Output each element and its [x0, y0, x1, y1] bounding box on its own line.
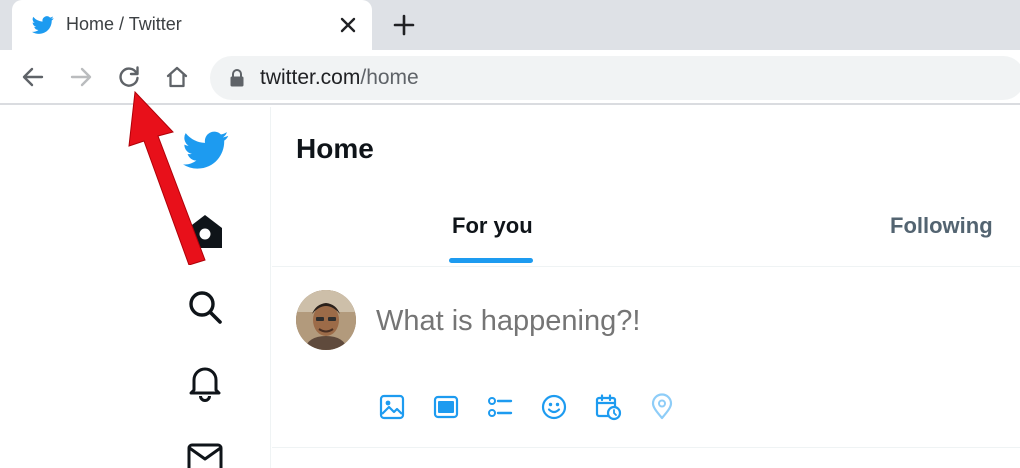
poll-icon[interactable] [486, 393, 514, 421]
page-title: Home [296, 133, 374, 164]
gif-icon[interactable] [432, 393, 460, 421]
divider [272, 447, 1020, 448]
url-path: /home [360, 66, 419, 89]
tab-for-you[interactable]: For you [452, 213, 533, 239]
close-icon[interactable] [336, 13, 360, 37]
twitter-favicon-icon [32, 16, 54, 34]
forward-arrow-icon[interactable] [68, 64, 94, 90]
home-timeline: Home For you Following [272, 107, 1020, 468]
emoji-icon[interactable] [540, 393, 568, 421]
divider [272, 266, 1020, 267]
tab-strip: Home / Twitter [0, 0, 1020, 50]
browser-tab[interactable]: Home / Twitter [12, 0, 372, 50]
twitter-page: Home For you Following [0, 107, 1020, 468]
tab-following[interactable]: Following [890, 213, 993, 239]
sidebar-nav [0, 107, 271, 468]
browser-toolbar: twitter.com/home [0, 50, 1020, 105]
sidebar-home-icon[interactable] [185, 211, 225, 251]
location-icon[interactable] [648, 393, 676, 421]
image-icon[interactable] [378, 393, 406, 421]
schedule-icon[interactable] [594, 393, 622, 421]
twitter-logo-icon[interactable] [183, 127, 229, 173]
url-domain: twitter.com [260, 66, 361, 89]
sidebar-explore-search-icon[interactable] [185, 287, 225, 327]
lock-icon[interactable] [228, 68, 246, 88]
sidebar-messages-envelope-icon[interactable] [185, 439, 225, 468]
back-arrow-icon[interactable] [20, 64, 46, 90]
reload-icon[interactable] [116, 64, 142, 90]
new-tab-icon[interactable] [391, 12, 417, 38]
user-photo-icon [296, 290, 356, 350]
compose-tweet-input[interactable] [376, 303, 876, 339]
avatar[interactable] [296, 290, 356, 350]
url-text[interactable]: twitter.com/home [260, 66, 419, 90]
active-tab-indicator [449, 258, 533, 263]
sidebar-notifications-bell-icon[interactable] [185, 362, 225, 402]
tab-title: Home / Twitter [66, 14, 182, 34]
home-icon[interactable] [164, 64, 190, 90]
address-bar[interactable]: twitter.com/home [210, 56, 1020, 100]
